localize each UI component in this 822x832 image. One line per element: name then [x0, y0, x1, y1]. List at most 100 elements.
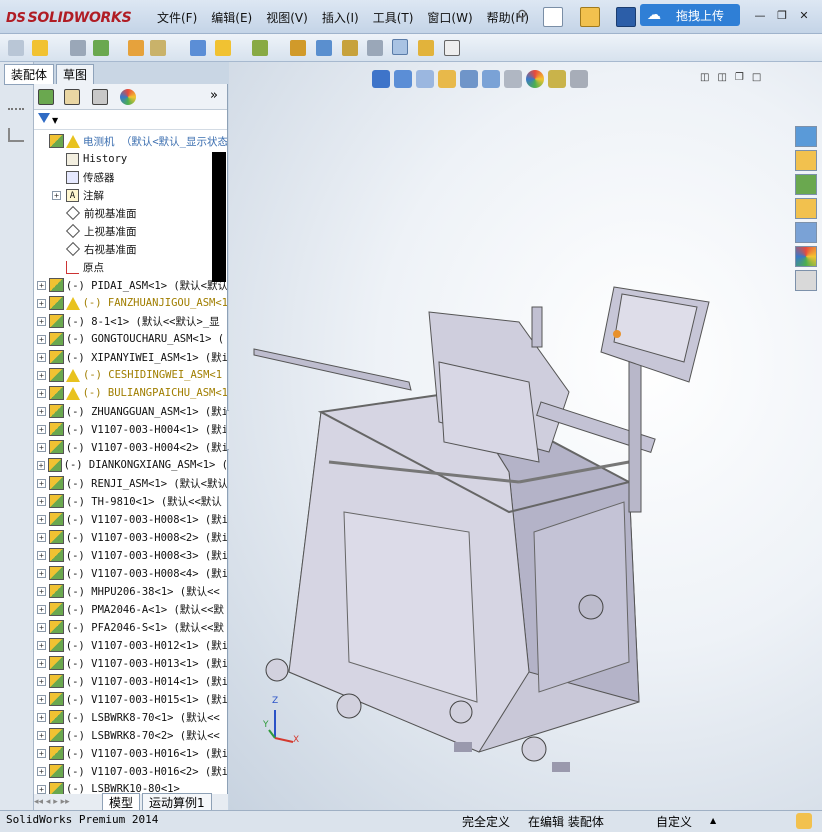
tree-item[interactable]: + (-) 8-1<1> (默认<<默认>_显 [34, 312, 227, 330]
new-motion-study-icon[interactable] [316, 40, 332, 56]
more-chevron-icon[interactable]: » [210, 88, 218, 103]
view-palette-icon[interactable] [795, 222, 817, 243]
menu-view[interactable]: 视图(V) [259, 9, 315, 26]
previous-view-icon[interactable] [416, 70, 434, 88]
tree-item[interactable]: 电测机 （默认<默认_显示状态 [34, 132, 227, 150]
units-dropdown-icon[interactable]: ▲ [710, 816, 716, 825]
expand-icon[interactable]: + [37, 460, 46, 470]
tree-item[interactable]: + (-) V1107-003-H016<1> (默i [34, 744, 227, 762]
tree-item[interactable]: + (-) MHPU206-38<1> (默认<< [34, 582, 227, 600]
tree-filter[interactable]: ▼ [34, 110, 227, 130]
exploded-view-icon[interactable] [367, 40, 383, 56]
appearances-icon[interactable] [795, 246, 817, 267]
split-horizontal-icon[interactable]: ◫ [700, 72, 709, 83]
tab-navigation-arrows[interactable]: ◂◂ ◂ ▸ ▸▸ [34, 797, 102, 807]
filter-icon[interactable] [38, 113, 50, 123]
solidworks-resources-icon[interactable] [795, 126, 817, 147]
tree-item[interactable]: + (-) V1107-003-H004<1> (默i [34, 420, 227, 438]
menu-tools[interactable]: 工具(T) [366, 9, 421, 26]
status-units[interactable]: 自定义 [656, 813, 692, 830]
view-orientation-icon[interactable] [460, 70, 478, 88]
tree-item[interactable]: + (-) V1107-003-H008<3> (默i [34, 546, 227, 564]
tree-item[interactable]: + (-) TH-9810<1> (默认<<默认 [34, 492, 227, 510]
assembly-icon[interactable] [8, 40, 24, 56]
expand-icon[interactable]: + [37, 766, 46, 776]
hide-show-items-icon[interactable] [504, 70, 522, 88]
expand-icon[interactable]: + [52, 190, 61, 200]
display-style-icon[interactable] [482, 70, 500, 88]
expand-icon[interactable]: + [37, 622, 46, 632]
tree-item[interactable]: + (-) BULIANGPAICHU_ASM<1 [34, 384, 227, 402]
expand-icon[interactable]: + [37, 442, 46, 452]
tree-item[interactable]: + (-) V1107-003-H012<1> (默i [34, 636, 227, 654]
open-folder-icon[interactable] [580, 7, 600, 27]
insert-component-icon[interactable] [32, 40, 48, 56]
tree-item[interactable]: History [34, 150, 227, 168]
expand-icon[interactable]: + [37, 316, 46, 326]
expand-icon[interactable]: + [37, 280, 46, 290]
custom-properties-icon[interactable] [795, 270, 817, 291]
menu-file[interactable]: 文件(F) [150, 9, 204, 26]
expand-icon[interactable]: + [37, 388, 46, 398]
view-settings-icon[interactable] [570, 70, 588, 88]
tree-item[interactable]: 原点 [34, 258, 227, 276]
display-manager-icon[interactable] [120, 89, 136, 105]
upload-button[interactable]: ☁ 拖拽上传 [640, 4, 740, 26]
expand-icon[interactable]: + [37, 406, 46, 416]
home-icon[interactable] [795, 150, 817, 171]
viewport-restore-icon[interactable]: ❐ [735, 72, 744, 83]
tab-model[interactable]: 模型 [102, 792, 141, 812]
tree-item[interactable]: + (-) V1107-003-H016<2> (默i [34, 762, 227, 780]
graphics-area[interactable]: Z X Y [229, 62, 822, 810]
linear-pattern-icon[interactable] [128, 40, 144, 56]
expand-icon[interactable]: + [37, 784, 46, 794]
tree-item[interactable]: 前视基准面 [34, 204, 227, 222]
menu-window[interactable]: 窗口(W) [420, 9, 479, 26]
expand-icon[interactable]: + [37, 424, 46, 434]
section-view-icon[interactable] [438, 70, 456, 88]
expand-icon[interactable]: + [37, 532, 46, 542]
tree-item[interactable]: + (-) RENJI_ASM<1> (默认<默认 [34, 474, 227, 492]
expand-icon[interactable]: + [37, 298, 46, 308]
expand-icon[interactable]: + [37, 604, 46, 614]
tree-item[interactable]: + (-) V1107-003-H013<1> (默i [34, 654, 227, 672]
pin-icon[interactable]: ⚲ [517, 8, 537, 28]
solidworks-logo[interactable]: DS SOLIDWORKS [6, 8, 132, 28]
tab-motion-study[interactable]: 运动算例1 [142, 792, 212, 812]
tree-item[interactable]: + (-) GONGTOUCHARU_ASM<1> ( [34, 330, 227, 348]
tab-assembly[interactable]: 装配体 [4, 64, 55, 85]
feature-tree-icon[interactable] [38, 89, 54, 105]
expand-icon[interactable]: + [37, 550, 46, 560]
menu-insert[interactable]: 插入(I) [315, 9, 366, 26]
machine-model[interactable] [229, 62, 822, 810]
edit-appearance-icon[interactable] [526, 70, 544, 88]
show-hidden-icon[interactable] [215, 40, 231, 56]
expand-icon[interactable]: + [37, 694, 46, 704]
apply-scene-icon[interactable] [548, 70, 566, 88]
dimension-icon[interactable] [8, 128, 24, 142]
tree-item[interactable]: 传感器 [34, 168, 227, 186]
expand-icon[interactable]: + [37, 514, 46, 524]
restore-button[interactable]: ❐ [774, 8, 790, 24]
expand-icon[interactable]: + [37, 676, 46, 686]
expand-icon[interactable]: + [37, 730, 46, 740]
expand-icon[interactable]: + [37, 496, 46, 506]
tree-item[interactable]: + (-) PMA2046-A<1> (默认<<默 [34, 600, 227, 618]
interference-detection-icon[interactable] [418, 40, 434, 56]
tree-item[interactable]: + (-) PIDAI_ASM<1> (默认<默认 [34, 276, 227, 294]
expand-icon[interactable]: + [37, 334, 46, 344]
smart-fastener-icon[interactable] [150, 40, 166, 56]
filter-dropdown-icon[interactable]: ▼ [52, 116, 58, 125]
close-button[interactable]: ✕ [796, 8, 812, 24]
expand-icon[interactable]: + [37, 352, 46, 362]
tree-item[interactable]: 上视基准面 [34, 222, 227, 240]
tree-item[interactable]: + (-) FANZHUANJIGOU_ASM<1 [34, 294, 227, 312]
expand-icon[interactable]: + [37, 370, 46, 380]
bill-of-materials-icon[interactable] [342, 40, 358, 56]
tree-item[interactable]: + (-) CESHIDINGWEI_ASM<1 [34, 366, 227, 384]
split-vertical-icon[interactable]: ◫ [717, 72, 726, 83]
expand-icon[interactable]: + [37, 586, 46, 596]
viewport-maximize-icon[interactable]: □ [752, 72, 761, 83]
save-icon[interactable] [616, 7, 636, 27]
tree-item[interactable]: + (-) LSBWRK8-70<2> (默认<< [34, 726, 227, 744]
